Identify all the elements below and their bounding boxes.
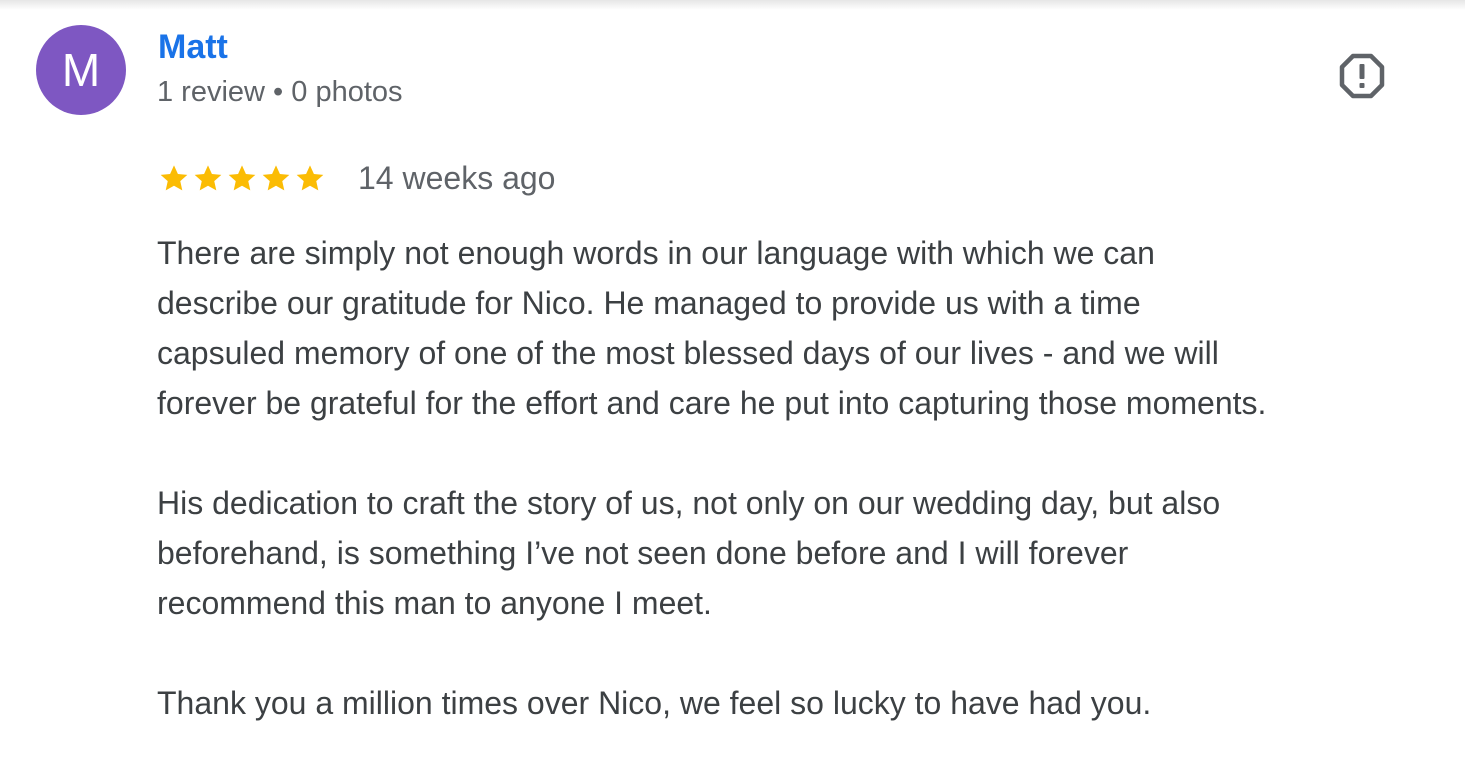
top-divider — [0, 0, 1465, 10]
review-card: M Matt 1 review • 0 photos 14 weeks ago … — [0, 0, 1465, 770]
star-icon — [228, 165, 256, 191]
author-name-link[interactable]: Matt — [158, 28, 228, 67]
review-text: There are simply not enough words in our… — [157, 228, 1447, 770]
rating-row: 14 weeks ago — [158, 156, 555, 200]
star-icon — [194, 165, 222, 191]
report-flag-button[interactable] — [1334, 50, 1390, 102]
star-icon — [296, 165, 324, 191]
review-paragraph: His dedication to craft the story of us,… — [157, 485, 1221, 621]
review-time: 14 weeks ago — [358, 159, 556, 196]
avatar[interactable]: M — [36, 25, 126, 115]
star-rating — [158, 162, 326, 194]
review-paragraph: There are simply not enough words in our… — [157, 235, 1267, 421]
review-paragraph: Thank you a million times over Nico, we … — [157, 685, 1152, 721]
avatar-initial: M — [61, 44, 101, 96]
star-icon — [262, 165, 290, 191]
star-icon — [160, 165, 188, 191]
author-meta: 1 review • 0 photos — [157, 76, 403, 108]
report-flag-icon — [1339, 53, 1385, 99]
